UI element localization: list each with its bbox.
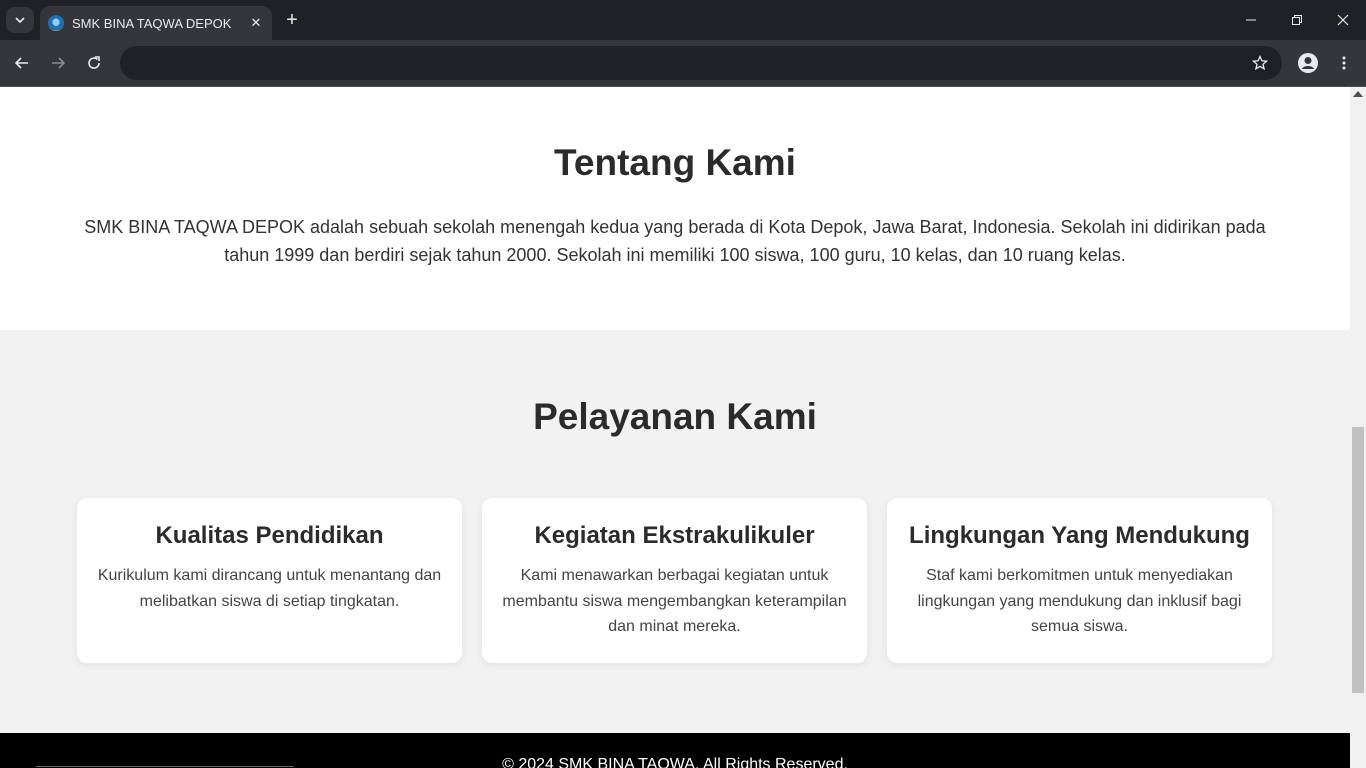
new-tab-button[interactable]: + (281, 9, 303, 31)
browser-menu-button[interactable] (1332, 51, 1356, 75)
service-card-quality: Kualitas Pendidikan Kurikulum kami diran… (77, 498, 462, 663)
service-card-title: Lingkungan Yang Mendukung (909, 522, 1250, 549)
tab-close-icon[interactable]: ✕ (248, 15, 264, 31)
service-card-text: Staf kami berkomitmen untuk menyediakan … (917, 567, 1242, 635)
about-section: Tentang Kami SMK BINA TAQWA DEPOK adalah… (0, 87, 1350, 330)
browser-tab-active[interactable]: SMK BINA TAQWA DEPOK ✕ (40, 6, 272, 40)
browser-tabstrip: SMK BINA TAQWA DEPOK ✕ + (0, 0, 1366, 40)
profile-button[interactable] (1296, 51, 1320, 75)
address-bar[interactable] (120, 46, 1282, 80)
tab-search-button[interactable] (6, 7, 34, 33)
arrow-left-icon (14, 57, 28, 69)
service-card-text: Kurikulum kami dirancang untuk menantang… (97, 567, 442, 610)
bookmark-star-button[interactable] (1248, 51, 1272, 75)
restore-icon (1292, 15, 1302, 25)
tab-title: SMK BINA TAQWA DEPOK (72, 15, 232, 31)
service-card-title: Kegiatan Ekstrakulikuler (534, 522, 815, 549)
page-footer: © 2024 SMK BINA TAQWA. All Rights Reserv… (0, 733, 1350, 768)
services-section: Pelayanan Kami Kualitas Pendidikan Kurik… (0, 330, 1350, 733)
browser-toolbar (0, 40, 1366, 87)
account-icon (1298, 53, 1318, 73)
service-card-extracurricular: Kegiatan Ekstrakulikuler Kami menawarkan… (482, 498, 867, 663)
scroll-up-arrow-icon[interactable] (1353, 91, 1363, 97)
about-title: Tentang Kami (554, 142, 796, 183)
minimize-button[interactable] (1239, 8, 1263, 32)
service-card-text: Kami menawarkan berbagai kegiatan untuk … (502, 567, 847, 635)
address-input[interactable] (136, 46, 1236, 80)
school-logo-favicon-icon (48, 15, 64, 31)
service-card-environment: Lingkungan Yang Mendukung Staf kami berk… (887, 498, 1272, 663)
chevron-down-icon (15, 17, 25, 24)
page-viewport: Tentang Kami SMK BINA TAQWA DEPOK adalah… (0, 87, 1366, 768)
arrow-right-icon (52, 57, 66, 69)
about-text: SMK BINA TAQWA DEPOK adalah sebuah sekol… (84, 217, 1266, 265)
back-button[interactable] (10, 51, 34, 75)
reload-icon (88, 56, 100, 69)
service-card-title: Kualitas Pendidikan (155, 522, 384, 549)
minimize-icon (1246, 19, 1256, 21)
close-icon (1337, 14, 1349, 26)
services-title: Pelayanan Kami (533, 396, 817, 437)
page-scrollbar[interactable] (1350, 87, 1366, 768)
scrollbar-thumb[interactable] (1352, 427, 1364, 693)
restore-button[interactable] (1285, 8, 1309, 32)
forward-button[interactable] (46, 51, 70, 75)
page-content: Tentang Kami SMK BINA TAQWA DEPOK adalah… (0, 87, 1350, 768)
footer-divider (36, 766, 294, 767)
reload-button[interactable] (82, 51, 106, 75)
kebab-menu-icon (1342, 56, 1346, 70)
star-icon (1252, 55, 1268, 71)
close-window-button[interactable] (1331, 8, 1355, 32)
